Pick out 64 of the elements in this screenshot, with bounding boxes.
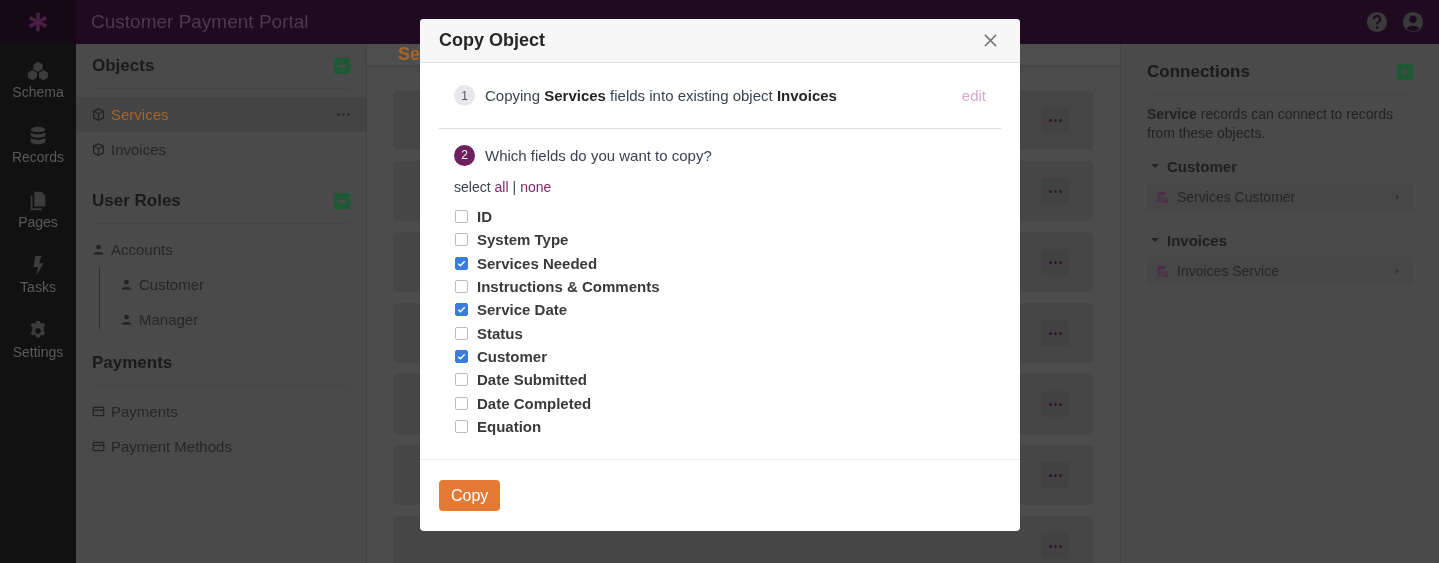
checkbox[interactable] bbox=[455, 396, 468, 410]
cube-icon bbox=[92, 108, 105, 121]
person-icon bbox=[120, 278, 133, 291]
credit-card-icon bbox=[92, 405, 105, 418]
field-label: Date Completed bbox=[477, 394, 592, 412]
field-label: Service Date bbox=[477, 301, 568, 319]
more-button[interactable] bbox=[1041, 320, 1069, 346]
database-search-icon bbox=[1156, 190, 1169, 204]
dialog-title: Copy Object bbox=[439, 30, 545, 51]
field-label: Services Needed bbox=[477, 254, 598, 272]
field-label: System Type bbox=[477, 231, 569, 249]
checkbox[interactable] bbox=[455, 373, 468, 387]
more-button[interactable] bbox=[1041, 178, 1069, 204]
nav-item[interactable]: Pages bbox=[18, 190, 58, 230]
caret-icon bbox=[1151, 238, 1159, 242]
nav-item[interactable]: Schema bbox=[12, 60, 64, 100]
more-button[interactable] bbox=[1041, 249, 1069, 275]
close-icon[interactable] bbox=[983, 33, 998, 48]
caret-icon bbox=[1151, 164, 1159, 168]
nav-item[interactable]: Settings bbox=[12, 320, 64, 360]
help-icon[interactable] bbox=[1366, 11, 1388, 33]
edit-link[interactable]: edit bbox=[961, 87, 986, 104]
person-icon bbox=[120, 313, 133, 326]
user-icon[interactable] bbox=[1402, 11, 1424, 33]
field-label: Date Submitted bbox=[477, 371, 587, 389]
step-text: Which fields do you want to copy? bbox=[485, 146, 712, 164]
checkbox[interactable] bbox=[455, 349, 468, 363]
field-label: Equation bbox=[477, 417, 542, 435]
field-label: Instructions & Comments bbox=[477, 278, 660, 296]
more-button[interactable] bbox=[1041, 533, 1069, 559]
checkbox[interactable] bbox=[455, 280, 468, 294]
copy-button[interactable]: Copy bbox=[439, 480, 501, 511]
separator: | bbox=[512, 179, 517, 195]
step-number: 2 bbox=[454, 144, 475, 166]
checkbox[interactable] bbox=[455, 210, 468, 224]
nav-item[interactable]: Tasks bbox=[20, 255, 56, 295]
checkbox[interactable] bbox=[455, 419, 468, 433]
more-button[interactable] bbox=[1041, 462, 1069, 488]
sidebar-item[interactable]: Services bbox=[76, 97, 366, 132]
cubes-icon bbox=[27, 60, 49, 82]
checkbox[interactable] bbox=[455, 233, 468, 247]
field-label: ID bbox=[477, 208, 492, 226]
database-search-icon bbox=[1156, 264, 1169, 278]
more-button[interactable] bbox=[1041, 107, 1069, 133]
checkbox[interactable] bbox=[455, 303, 468, 317]
checkbox[interactable] bbox=[455, 256, 468, 270]
nav-item[interactable]: Records bbox=[11, 125, 65, 165]
select-none-link[interactable]: none bbox=[520, 179, 552, 195]
credit-card-icon bbox=[92, 440, 105, 453]
person-icon bbox=[92, 243, 105, 256]
select-all-link[interactable]: all bbox=[494, 179, 509, 195]
step-number: 1 bbox=[454, 85, 475, 106]
step-text: Copying Services fields into existing object Invoices bbox=[485, 87, 837, 104]
cube-icon bbox=[92, 143, 105, 156]
checkbox[interactable] bbox=[455, 326, 468, 340]
asterisk-logo bbox=[27, 11, 49, 33]
add-icon[interactable] bbox=[334, 58, 350, 74]
add-icon[interactable] bbox=[1397, 64, 1413, 80]
more-button[interactable] bbox=[1041, 391, 1069, 417]
select-label: select bbox=[454, 179, 491, 195]
field-label: Status bbox=[477, 324, 523, 342]
field-label: Customer bbox=[477, 347, 547, 365]
add-icon[interactable] bbox=[334, 193, 350, 209]
object-title: Se bbox=[398, 44, 421, 65]
